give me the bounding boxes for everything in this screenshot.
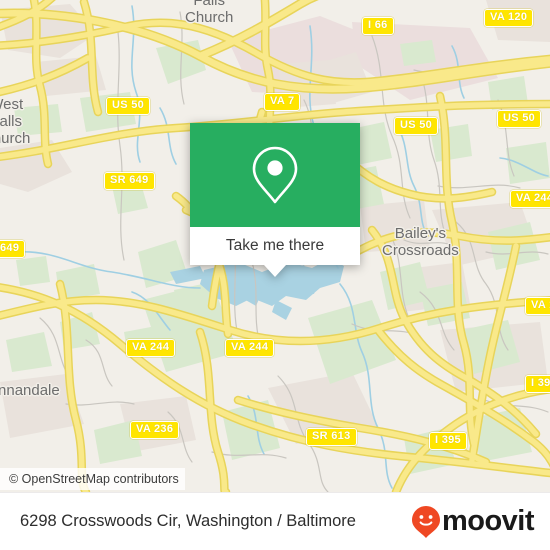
- road-shield: SR 649: [104, 172, 155, 190]
- osm-attribution[interactable]: © OpenStreetMap contributors: [0, 468, 185, 490]
- place-label: Falls Church: [185, 0, 234, 26]
- road-shield: I 39: [525, 375, 550, 393]
- road-shield: I 66: [362, 17, 394, 35]
- road-shield: VA 1: [525, 297, 550, 315]
- map-canvas[interactable]: .casing { fill:none; stroke:#e8d45a; str…: [0, 0, 550, 492]
- address-text: 6298 Crosswoods Cir, Washington / Baltim…: [20, 512, 356, 530]
- road-shield: 649: [0, 240, 26, 258]
- footer-bar: 6298 Crosswoods Cir, Washington / Baltim…: [0, 492, 550, 550]
- road-shield: VA 244: [510, 190, 550, 208]
- road-shield: US 50: [106, 97, 151, 115]
- destination-popup-card[interactable]: Take me there: [190, 123, 360, 277]
- road-shield: VA 236: [130, 421, 180, 439]
- moovit-wordmark: moovit: [441, 505, 535, 537]
- place-label: Bailey's Crossroads: [382, 225, 459, 259]
- road-shield: US 50: [394, 117, 439, 135]
- road-shield: VA 120: [484, 9, 534, 27]
- take-me-there-label: Take me there: [225, 237, 325, 254]
- moovit-smiley-pin-icon: [411, 505, 440, 538]
- road-shield: SR 613: [306, 428, 357, 446]
- moovit-map-screen: .casing { fill:none; stroke:#e8d45a; str…: [0, 0, 550, 550]
- popup-pin-area: [190, 123, 360, 227]
- take-me-there-button[interactable]: Take me there: [190, 227, 360, 265]
- road-shield: I 395: [429, 432, 467, 450]
- road-shield: VA 7: [264, 93, 301, 111]
- road-shield: VA 244: [126, 339, 176, 357]
- moovit-logo[interactable]: moovit: [411, 505, 535, 539]
- road-shield: VA 244: [225, 339, 275, 357]
- place-label: WestFallsChurch: [0, 96, 31, 147]
- place-label: Annandale: [0, 382, 60, 399]
- popup-tail-pointer: [264, 265, 286, 277]
- road-shield: US 50: [497, 110, 542, 128]
- location-pin-icon: [252, 146, 298, 204]
